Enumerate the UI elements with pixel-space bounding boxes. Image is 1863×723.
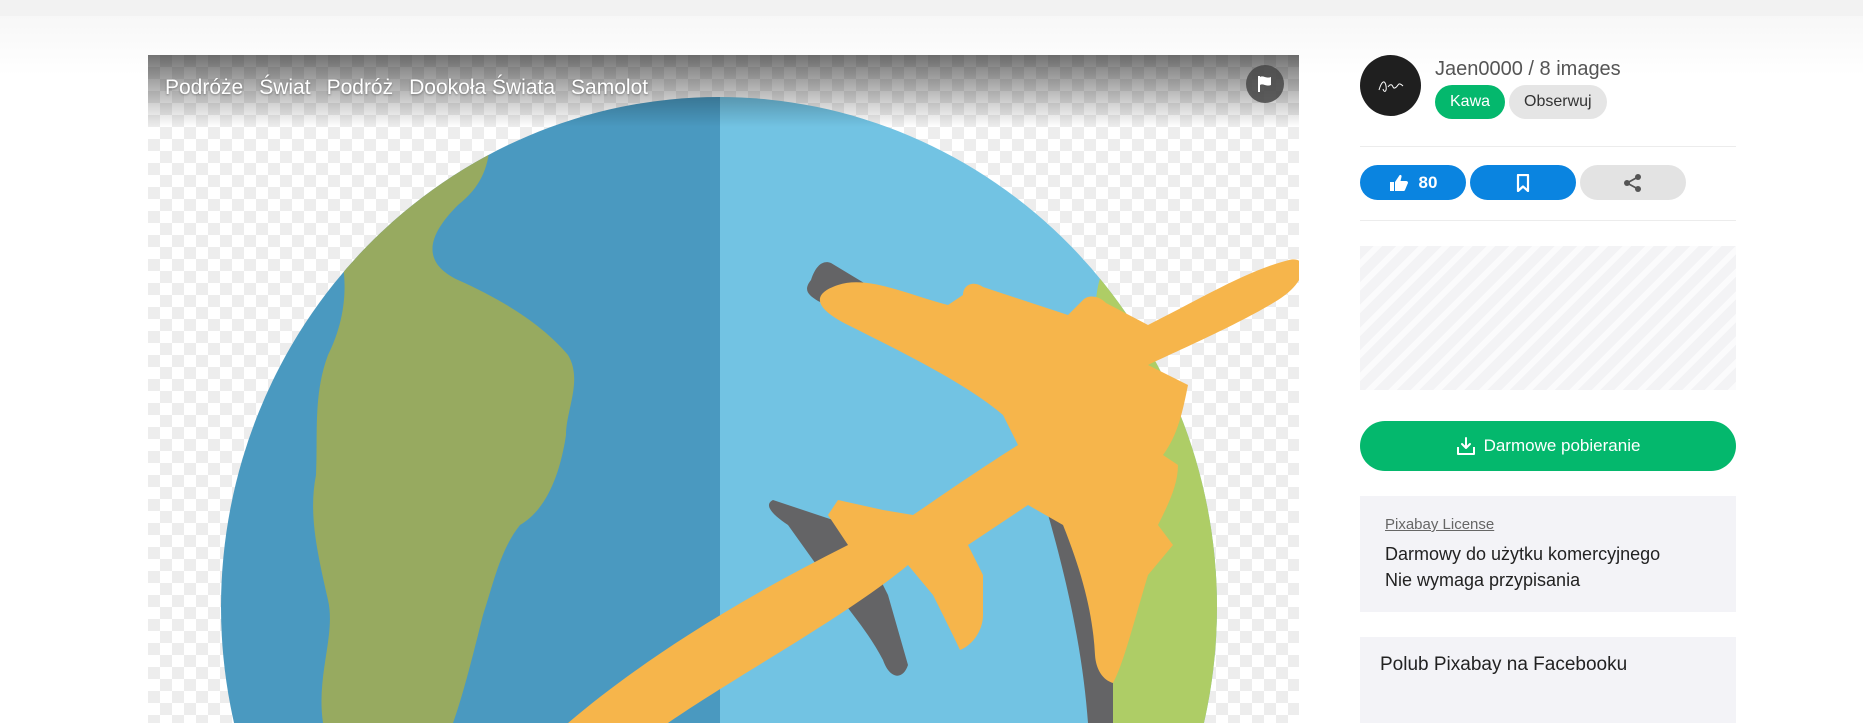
tag-link-podroze[interactable]: Podróże (165, 72, 243, 104)
tag-link-samolot[interactable]: Samolot (571, 72, 648, 104)
avatar[interactable] (1360, 55, 1421, 116)
image-actions: 80 (1360, 165, 1686, 200)
author-actions: Kawa Obserwuj (1435, 85, 1607, 119)
share-icon (1624, 173, 1641, 192)
license-card: Pixabay License Darmowy do użytku komerc… (1360, 496, 1736, 612)
license-link[interactable]: Pixabay License (1385, 516, 1494, 533)
flag-icon (1258, 76, 1271, 92)
license-commercial-use: Darmowy do użytku komercyjnego (1385, 544, 1661, 564)
sidebar: Jaen0000 / 8 images Kawa Obserwuj 80 Dar… (1360, 0, 1736, 723)
like-button[interactable]: 80 (1360, 165, 1466, 200)
divider (1360, 146, 1736, 147)
report-button[interactable] (1246, 65, 1284, 103)
free-download-button[interactable]: Darmowe pobieranie (1360, 421, 1736, 471)
author-name[interactable]: Jaen0000 / 8 images (1435, 55, 1621, 83)
signature-logo-icon (1378, 80, 1403, 92)
like-count: 80 (1418, 172, 1438, 192)
author-section: Jaen0000 / 8 images Kawa Obserwuj (1360, 55, 1736, 119)
thumbs-up-icon (1389, 174, 1408, 191)
download-label: Darmowe pobieranie (1483, 436, 1641, 455)
tag-link-podroz[interactable]: Podróż (327, 72, 394, 104)
divider (1360, 220, 1736, 221)
facebook-card: Polub Pixabay na Facebooku (1360, 637, 1736, 723)
image-viewer[interactable]: Podróże Świat Podróż Dookoła Świata Samo… (148, 55, 1299, 723)
facebook-like-title: Polub Pixabay na Facebooku (1380, 654, 1628, 675)
share-button[interactable] (1580, 165, 1686, 200)
download-icon (1456, 437, 1475, 455)
globe-airplane-illustration (221, 97, 1299, 723)
license-no-attribution: Nie wymaga przypisania (1385, 570, 1581, 590)
coffee-button[interactable]: Kawa (1435, 85, 1506, 119)
ad-placeholder (1360, 246, 1736, 390)
bookmark-icon (1516, 173, 1530, 192)
tag-link-swiat[interactable]: Świat (259, 72, 310, 104)
tag-list: Podróże Świat Podróż Dookoła Świata Samo… (165, 72, 648, 104)
follow-button[interactable]: Obserwuj (1509, 85, 1607, 119)
tag-link-dookola-swiata[interactable]: Dookoła Świata (409, 72, 555, 104)
bookmark-button[interactable] (1470, 165, 1576, 200)
